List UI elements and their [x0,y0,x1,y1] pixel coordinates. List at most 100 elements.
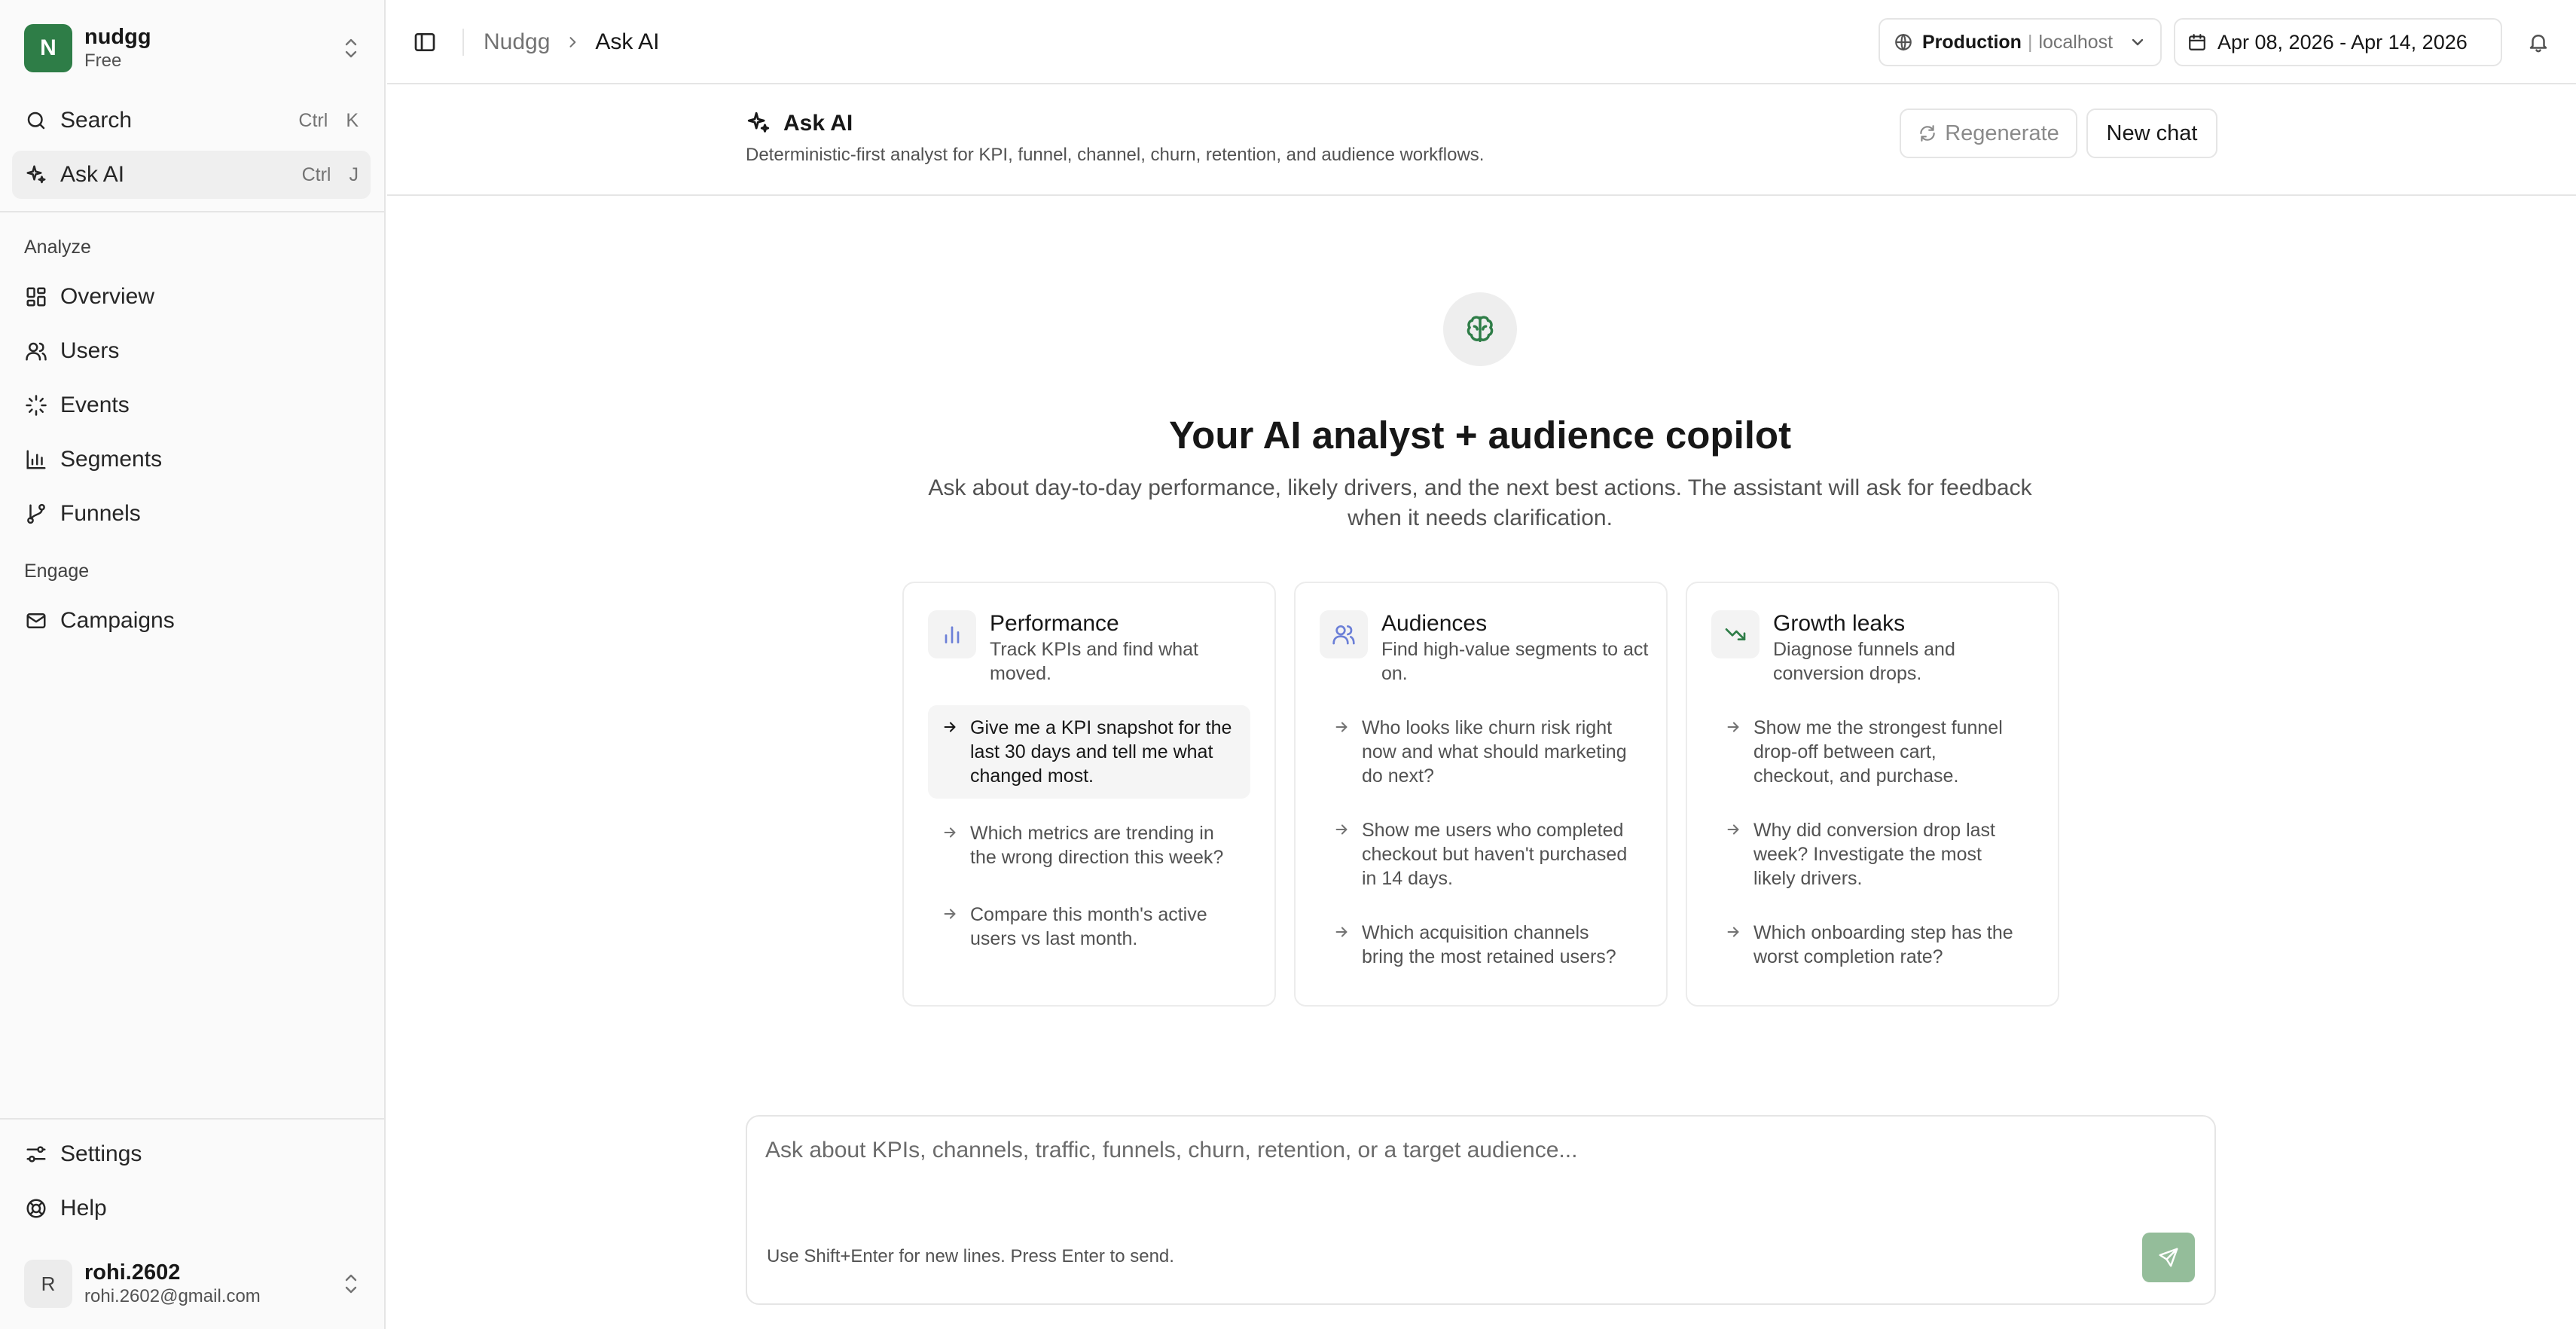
workspace-plan: Free [84,50,122,71]
card-title: Performance [990,611,1119,636]
section-label-analyze: Analyze [24,237,91,258]
globe-icon [1894,32,1913,52]
sidebar-divider [0,1118,386,1120]
git-branch-icon [24,502,48,526]
arrow-right-icon [1725,924,1741,940]
shortcut-key: J [349,163,359,185]
sidebar-item-label: Search [60,108,133,133]
suggested-prompt[interactable]: Which onboarding step has the worst comp… [1711,910,2034,979]
suggestion-card-growth-leaks: Growth leaks Diagnose funnels and conver… [1686,582,2059,1007]
arrow-right-icon [1333,821,1350,838]
sidebar-item-overview[interactable]: Overview [12,273,371,321]
sidebar-item-label: Users [60,338,120,363]
card-title: Growth leaks [1773,611,1906,636]
page-title-text: Ask AI [783,111,853,136]
environment-separator: | [2027,31,2033,53]
sidebar-item-label: Funnels [60,501,141,526]
bell-icon[interactable] [2523,27,2553,57]
hero-title: Your AI analyst + audience copilot [1168,414,1792,457]
suggested-prompt[interactable]: Compare this month's active users vs las… [928,892,1250,961]
prompt-text: Compare this month's active users vs las… [970,904,1207,949]
suggested-prompt[interactable]: Show me users who completed checkout but… [1320,808,1642,901]
regenerate-button[interactable]: Regenerate [1900,108,2077,158]
chevrons-up-down-icon [340,33,362,63]
suggested-prompt[interactable]: Give me a KPI snapshot for the last 30 d… [928,705,1250,799]
suggested-prompt[interactable]: Who looks like churn risk right now and … [1320,705,1642,799]
sidebar-item-events[interactable]: Events [12,381,371,429]
prompt-text: Give me a KPI snapshot for the last 30 d… [970,717,1232,787]
lifebuoy-icon [24,1196,48,1221]
send-icon [2157,1246,2180,1269]
sidebar-toggle-icon[interactable] [410,27,440,57]
card-title: Audiences [1381,611,1488,636]
page-subtitle: Deterministic-first analyst for KPI, fun… [746,145,1485,165]
composer-hint: Use Shift+Enter for new lines. Press Ent… [767,1246,1174,1266]
arrow-right-icon [1333,719,1350,735]
refresh-icon [1918,124,1937,143]
shortcut-key: K [346,109,359,131]
suggested-prompt[interactable]: Which acquisition channels bring the mos… [1320,910,1642,979]
sidebar-item-settings[interactable]: Settings [12,1130,371,1178]
environment-host: localhost [2038,31,2114,53]
prompt-text: Which metrics are trending in the wrong … [970,823,1224,868]
search-shortcut: Ctrl K [298,110,359,132]
sidebar-item-label: Overview [60,284,155,309]
environment-name: Production [1922,31,2022,53]
trending-down-icon [1711,610,1760,658]
sidebar-item-label: Help [60,1196,107,1221]
sidebar-item-label: Segments [60,447,163,472]
arrow-right-icon [942,719,958,735]
chat-composer: Use Shift+Enter for new lines. Press Ent… [746,1115,2216,1305]
sidebar-item-label: Ask AI [60,162,125,187]
hero-subtitle: Ask about day-to-day performance, likely… [928,475,2032,530]
sliders-icon [24,1142,48,1166]
regenerate-label: Regenerate [1945,121,2059,145]
breadcrumb: Nudgg Ask AI [484,27,659,57]
section-label-engage: Engage [24,561,90,582]
environment-selector[interactable]: Production | localhost [1879,18,2162,66]
sparkles-icon [24,163,48,187]
sidebar-item-funnels[interactable]: Funnels [12,490,371,538]
sidebar-item-help[interactable]: Help [12,1184,371,1233]
send-button[interactable] [2142,1233,2195,1282]
mail-icon [24,609,48,633]
chevrons-up-down-icon [340,1269,362,1299]
bar-chart-icon [24,448,48,472]
search-icon [24,108,48,133]
sparkle-burst-icon [24,393,48,417]
card-description: Find high-value segments to act on. [1381,639,1649,684]
sidebar-item-label: Settings [60,1141,142,1166]
workspace-name: nudgg [84,25,151,49]
user-menu[interactable]: R rohi.2602 rohi.2602@gmail.com [12,1248,374,1320]
sidebar-item-segments[interactable]: Segments [12,435,371,484]
divider [462,29,464,56]
breadcrumb-link-root[interactable]: Nudgg [484,29,550,55]
prompt-text: Show me users who completed checkout but… [1362,820,1628,889]
chat-input[interactable] [765,1138,2181,1221]
sidebar-item-users[interactable]: Users [12,327,371,375]
new-chat-button[interactable]: New chat [2086,108,2217,158]
suggested-prompt[interactable]: Which metrics are trending in the wrong … [928,811,1250,880]
arrow-right-icon [1725,821,1741,838]
sidebar-item-label: Events [60,393,130,417]
sidebar-divider [0,211,386,212]
sidebar-item-search[interactable]: Search Ctrl K [12,96,371,145]
workspace-switcher[interactable]: N nudgg Free [12,12,374,84]
workspace-avatar: N [24,24,72,72]
sidebar-item-ask-ai[interactable]: Ask AI Ctrl J [12,151,371,199]
suggested-prompt[interactable]: Why did conversion drop last week? Inves… [1711,808,2034,901]
calendar-icon [2187,32,2207,52]
shortcut-key: Ctrl [298,109,328,131]
arrow-right-icon [1333,924,1350,940]
page-header: Ask AI Deterministic-first analyst for K… [387,86,2576,196]
suggestion-card-performance: Performance Track KPIs and find what mov… [902,582,1276,1007]
date-range-picker[interactable]: Apr 08, 2026 - Apr 14, 2026 [2174,18,2502,66]
suggested-prompt[interactable]: Show me the strongest funnel drop-off be… [1711,705,2034,799]
chevron-down-icon [2129,33,2147,51]
sidebar-item-campaigns[interactable]: Campaigns [12,597,371,645]
card-description: Diagnose funnels and conversion drops. [1773,639,1955,684]
avatar: R [24,1260,72,1308]
prompt-text: Show me the strongest funnel drop-off be… [1753,717,2003,787]
breadcrumb-current: Ask AI [595,29,660,54]
sparkles-icon [746,110,773,137]
